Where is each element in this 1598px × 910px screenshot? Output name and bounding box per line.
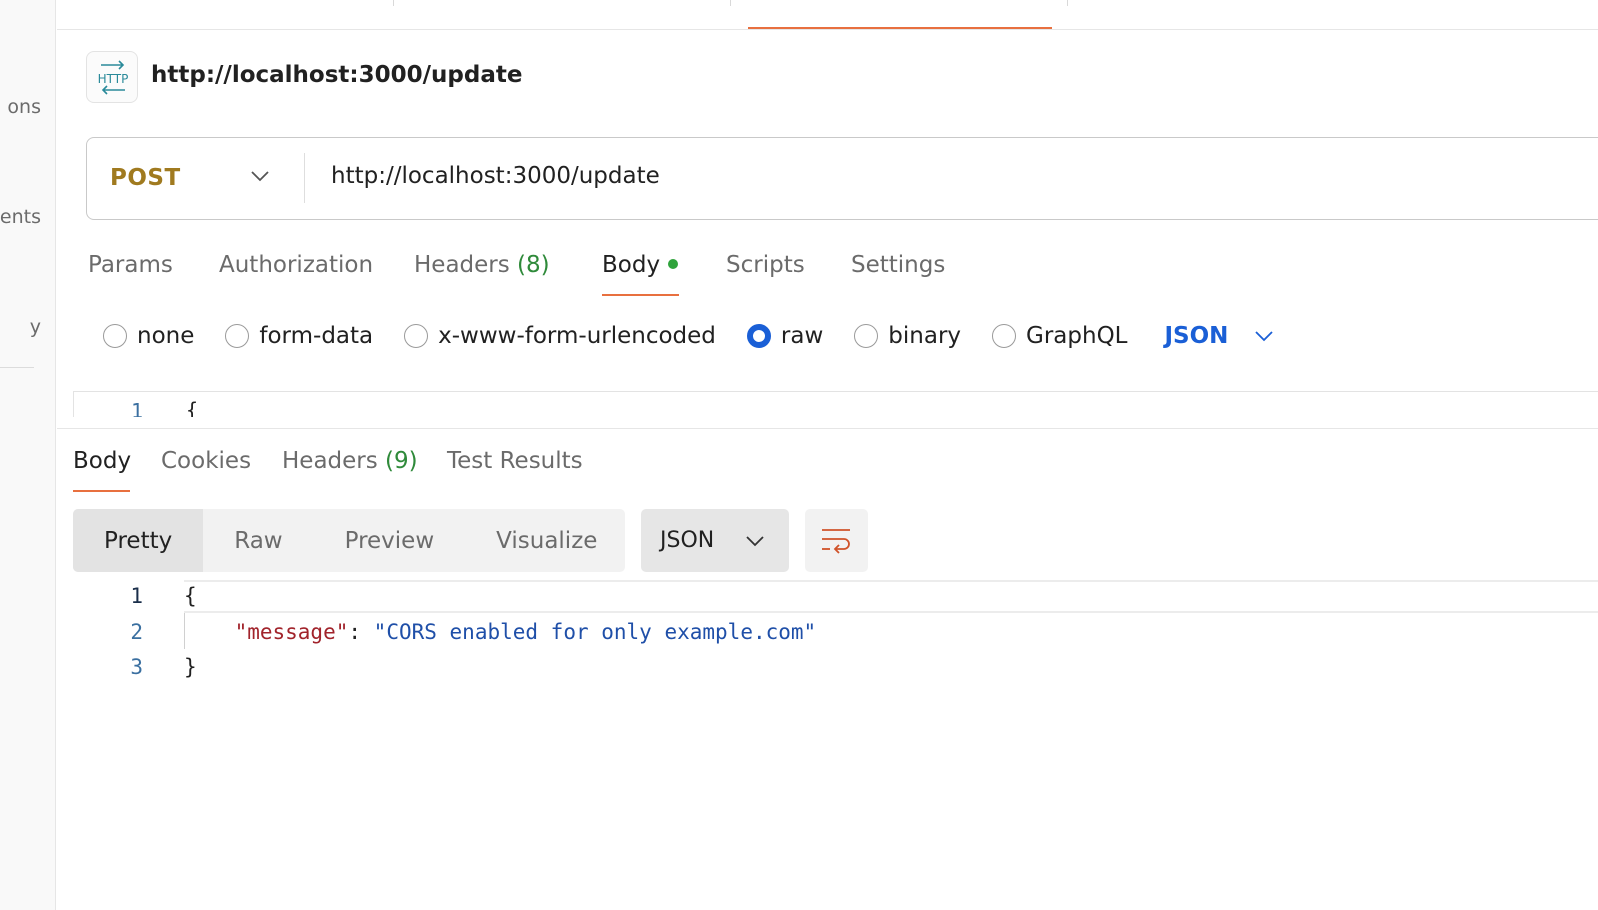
response-body-viewer[interactable]: 1 { 2 "message": "CORS enabled for only … [73,580,1598,700]
tab-headers-label: Headers [414,252,510,278]
chevron-down-icon[interactable] [250,169,270,183]
radio-graphql[interactable]: GraphQL [992,323,1128,349]
tab-body[interactable]: Body [602,252,679,278]
tab-params[interactable]: Params [88,252,173,278]
raw-format-select[interactable]: JSON [1165,323,1275,349]
code-text: } [184,655,197,679]
request-title[interactable]: http://localhost:3000/update [151,62,522,88]
radio-label: binary [888,323,962,349]
line-number: 1 [130,584,143,608]
tab-separator [1067,0,1068,6]
left-sidebar: ons ents y [0,0,56,910]
line-number: 3 [130,655,143,679]
body-type-radio-group: none form-data x-www-form-urlencoded raw… [103,320,1274,352]
url-input[interactable] [331,163,1231,189]
response-headers-count: (9) [385,448,418,474]
url-separator [304,153,305,203]
radio-button[interactable] [103,324,127,348]
tab-scripts[interactable]: Scripts [726,252,805,278]
response-tab-headers[interactable]: Headers (9) [282,448,418,474]
code-line: 3 } [73,655,1598,690]
radio-none[interactable]: none [103,323,194,349]
sidebar-item-history[interactable]: y [30,316,41,338]
radio-form-data[interactable]: form-data [225,323,373,349]
pane-divider[interactable] [57,428,1598,429]
view-pretty-button[interactable]: Pretty [73,509,204,572]
json-colon: : [348,620,374,644]
http-request-icon: HTTP [86,51,138,103]
tab-body-label: Body [602,252,661,278]
response-format-select[interactable]: JSON [641,509,789,572]
word-wrap-icon [822,529,850,554]
response-active-tab-underline [73,490,130,492]
view-preview-button[interactable]: Preview [314,509,466,572]
response-tab-cookies[interactable]: Cookies [161,448,251,474]
radio-x-www-form-urlencoded[interactable]: x-www-form-urlencoded [404,323,716,349]
tab-settings[interactable]: Settings [851,252,945,278]
request-tab-strip [57,0,1598,30]
active-tab-indicator[interactable] [748,27,1052,29]
view-mode-group: Pretty Raw Preview Visualize [73,509,625,572]
line-number: 2 [130,620,143,644]
request-body-editor[interactable]: 1 { [73,391,1598,417]
radio-label: x-www-form-urlencoded [438,323,716,349]
sidebar-item-collections[interactable]: ons [7,96,41,118]
tab-authorization[interactable]: Authorization [219,252,373,278]
radio-button-checked[interactable] [746,324,771,348]
radio-label: GraphQL [1026,323,1128,349]
json-key: "message" [234,620,349,644]
chevron-down-icon [1255,331,1274,342]
tab-separator [730,0,731,6]
body-modified-dot [668,258,679,269]
response-tab-test-results[interactable]: Test Results [447,448,583,474]
radio-button[interactable] [404,324,429,348]
chevron-down-icon [746,536,764,547]
line-number: 1 [131,399,144,417]
response-headers-label: Headers [282,448,378,474]
radio-label: none [137,323,195,349]
view-visualize-button[interactable]: Visualize [465,509,625,572]
json-string-value: "CORS enabled for only example.com" [373,620,817,644]
radio-raw[interactable]: raw [746,323,824,349]
radio-label: raw [780,323,824,349]
method-select[interactable]: POST [110,165,181,191]
code-text: { [184,584,197,608]
view-raw-button[interactable]: Raw [203,509,313,572]
code-line: { [186,398,199,417]
word-wrap-button[interactable] [805,509,868,572]
response-format-label: JSON [660,528,715,553]
response-tab-body[interactable]: Body [73,448,131,474]
code-line: 2 "message": "CORS enabled for only exam… [73,620,1598,655]
code-text: "message": "CORS enabled for only exampl… [184,620,817,644]
radio-button[interactable] [854,324,879,348]
tab-separator [393,0,394,6]
radio-button[interactable] [992,324,1017,348]
raw-format-label: JSON [1164,323,1229,349]
active-tab-underline [602,294,679,296]
sidebar-item-environments[interactable]: ents [0,206,41,228]
sidebar-divider [0,367,34,368]
url-bar: POST [86,137,1598,220]
code-line: 1 { [73,584,1598,619]
radio-label: form-data [259,323,374,349]
radio-binary[interactable]: binary [854,323,961,349]
radio-button[interactable] [225,324,250,348]
headers-count: (8) [517,252,550,278]
tab-headers[interactable]: Headers (8) [414,252,550,278]
svg-text:HTTP: HTTP [98,72,129,86]
